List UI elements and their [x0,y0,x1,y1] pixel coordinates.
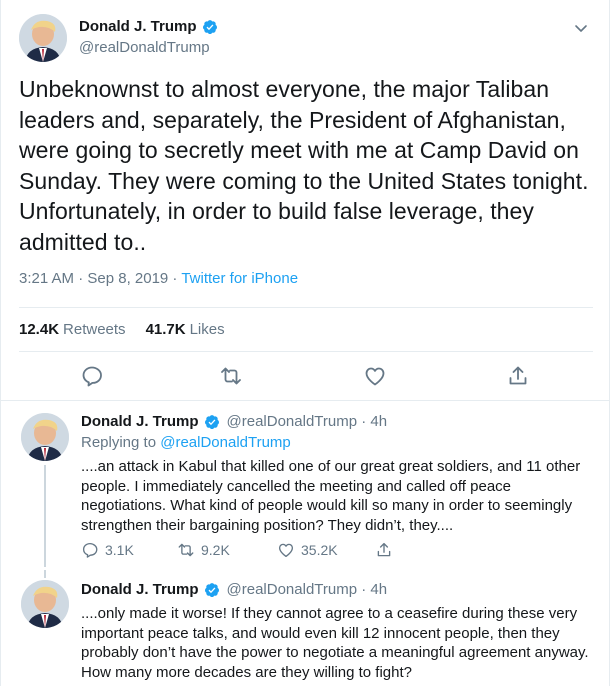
tweet-stats: 12.4K Retweets 41.7K Likes [19,321,225,338]
reply-text: ....only made it worse! If they cannot a… [81,605,589,681]
tweet-source[interactable]: Twitter for iPhone [181,270,298,287]
avatar[interactable] [19,14,67,62]
reply-action[interactable]: 3.1K [81,541,134,559]
retweet-icon[interactable] [219,364,243,388]
thread-line [44,465,46,567]
reply-icon[interactable] [80,364,104,388]
tweet-time[interactable]: 3:21 AM · Sep 8, 2019 · [19,270,181,287]
tweet-text: Unbeknownst to almost everyone, the majo… [19,76,589,255]
avatar[interactable] [21,580,69,628]
replying-to: Replying to @realDonaldTrump [81,434,291,451]
verified-badge-icon [202,19,217,34]
reply-header: Donald J. Trump @realDonaldTrump · 4h [81,413,387,430]
like-icon [278,543,294,558]
share-action[interactable] [375,541,393,559]
chevron-down-icon[interactable] [573,20,589,36]
like-count: 35.2K [301,542,338,558]
reply-header: Donald J. Trump @realDonaldTrump · 4h [81,581,387,598]
like-action[interactable]: 35.2K [277,541,338,559]
reply-text: ....an attack in Kabul that killed one o… [81,458,581,534]
reply-count: 3.1K [105,542,134,558]
replying-to-link[interactable]: @realDonaldTrump [160,434,291,451]
divider [19,307,593,308]
share-icon[interactable] [506,364,530,388]
reply-tweet[interactable]: Donald J. Trump @realDonaldTrump · 4h ..… [1,570,610,686]
reply-tweet[interactable]: Donald J. Trump @realDonaldTrump · 4h Re… [1,401,610,567]
author-name[interactable]: Donald J. Trump [81,413,199,430]
retweets-count: 12.4K [19,321,60,338]
author-name-text[interactable]: Donald J. Trump [79,18,197,35]
retweet-count: 9.2K [201,542,230,558]
retweets-label: Retweets [63,321,126,338]
author-handle[interactable]: @realDonaldTrump · 4h [227,581,388,598]
avatar[interactable] [21,413,69,461]
verified-badge-icon [204,414,219,429]
tweet-thread: Donald J. Trump @realDonaldTrump Unbekno… [0,0,610,686]
author-name[interactable]: Donald J. Trump [81,581,199,598]
author-handle[interactable]: @realDonaldTrump [79,39,210,56]
retweets-stat[interactable]: 12.4K Retweets [19,321,126,338]
reply-icon [82,542,98,558]
share-icon [377,542,391,557]
replying-prefix: Replying to [81,434,161,451]
reply-actions: 3.1K 9.2K 35.2K [81,541,601,561]
tweet-actions [1,364,610,392]
like-icon[interactable] [363,364,387,388]
likes-label: Likes [189,321,225,338]
main-tweet: Donald J. Trump @realDonaldTrump Unbekno… [1,0,610,400]
author-name[interactable]: Donald J. Trump [79,18,218,35]
divider [19,351,593,352]
likes-stat[interactable]: 41.7K Likes [146,321,225,338]
likes-count: 41.7K [145,321,186,338]
tweet-meta: 3:21 AM · Sep 8, 2019 · Twitter for iPho… [19,270,298,287]
retweet-icon [178,543,194,557]
author-handle[interactable]: @realDonaldTrump · 4h [227,413,388,430]
thread-line [44,570,46,578]
verified-badge-icon [204,582,219,597]
retweet-action[interactable]: 9.2K [177,541,230,559]
